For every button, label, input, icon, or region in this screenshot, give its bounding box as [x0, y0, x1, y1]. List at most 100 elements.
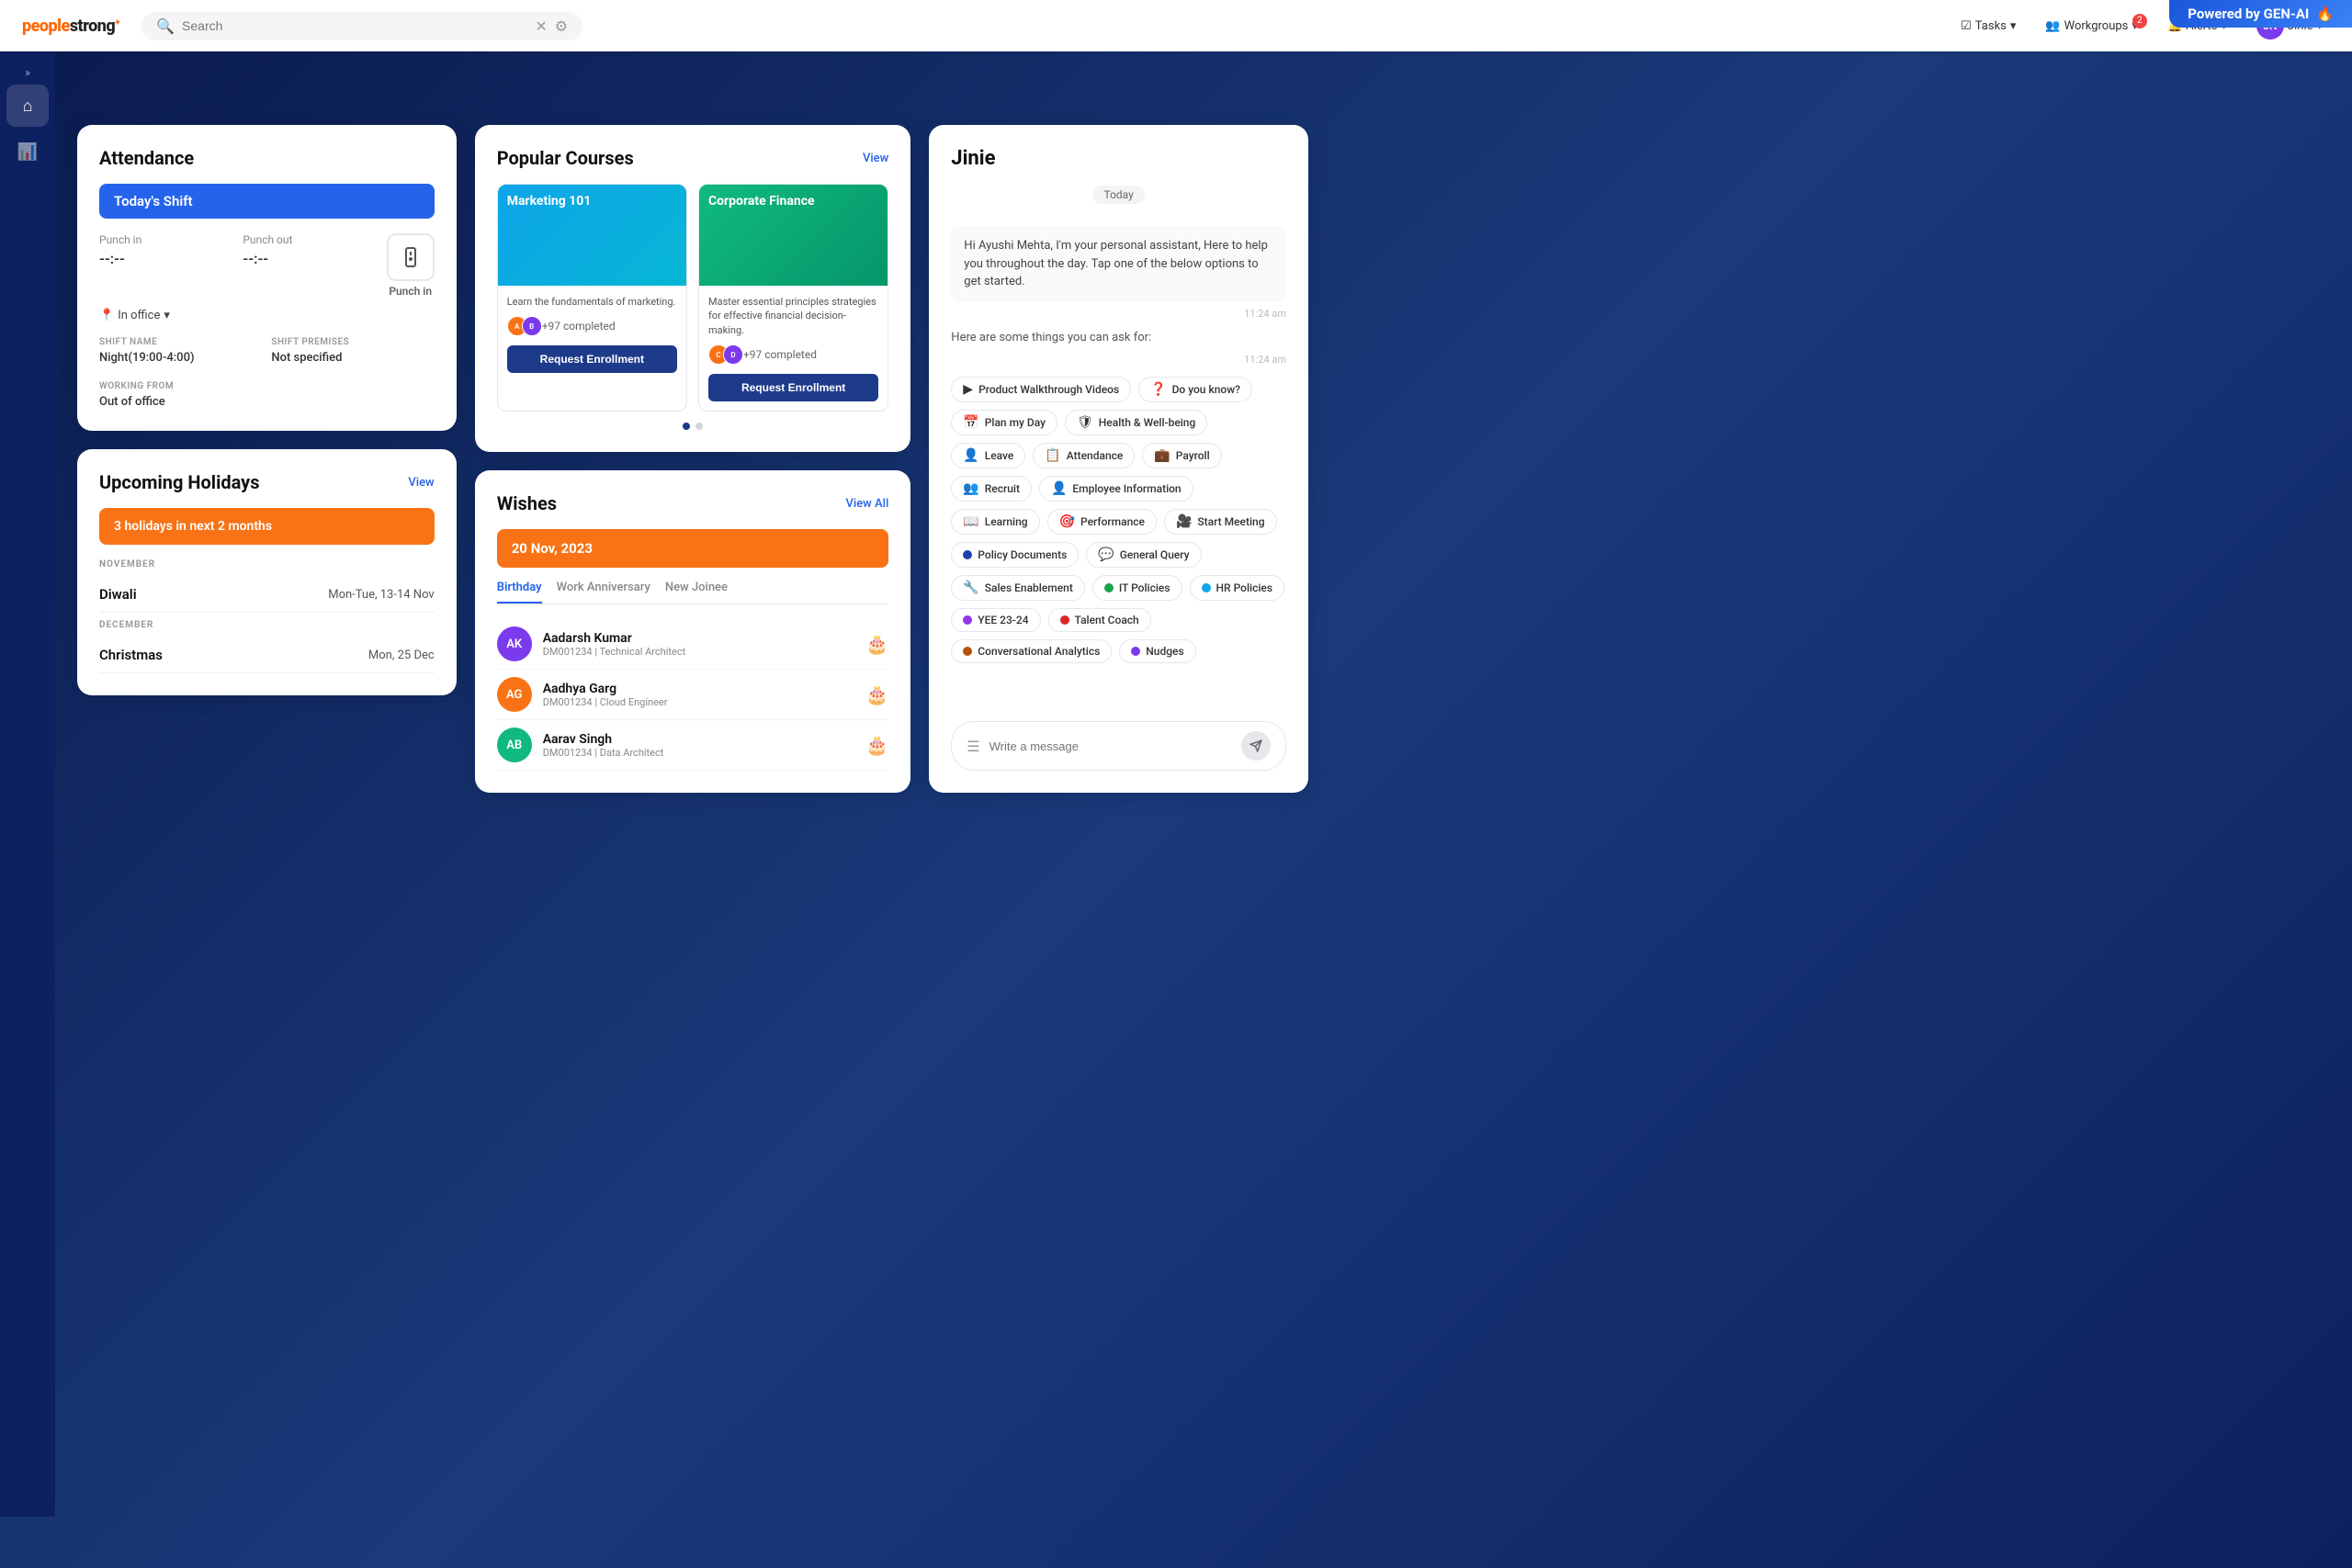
- tab-birthday[interactable]: Birthday: [497, 581, 542, 604]
- chip-learning[interactable]: 📖 Learning: [951, 509, 1039, 535]
- course-card-marketing: Marketing 101 Learn the fundamentals of …: [497, 184, 687, 412]
- banner-icon: 🔥: [2316, 6, 2334, 22]
- chip-attendance[interactable]: 📋 Attendance: [1033, 443, 1135, 468]
- left-column: Attendance Today's Shift Punch in --:-- …: [77, 125, 457, 793]
- course-image-finance: Corporate Finance: [699, 185, 888, 286]
- wish-item-aarav: AB Aarav Singh DM001234 | Data Architect…: [497, 720, 889, 771]
- tasks-chevron: ▾: [2010, 19, 2017, 33]
- banner-text: Powered by GEN-AI: [2188, 6, 2309, 22]
- chip-icon-learning: 📖: [963, 514, 978, 529]
- course-name-finance: Corporate Finance: [708, 194, 815, 209]
- holiday-christmas: Christmas Mon, 25 Dec: [99, 637, 435, 673]
- wish-info-aarav: Aarav Singh DM001234 | Data Architect: [543, 732, 855, 759]
- chip-start-meeting[interactable]: 🎥 Start Meeting: [1164, 509, 1277, 535]
- sidebar-expand-btn[interactable]: »: [19, 61, 36, 85]
- chip-icon-dyk: ❓: [1150, 382, 1166, 397]
- chip-hr-policies[interactable]: HR Policies: [1190, 575, 1284, 601]
- working-from-value: Out of office: [99, 395, 262, 409]
- wish-avatar-aadarsh: AK: [497, 626, 532, 661]
- logo: peoplestrong+: [22, 17, 119, 36]
- chip-nudges[interactable]: Nudges: [1119, 639, 1195, 663]
- chip-icon-leave: 👤: [963, 448, 978, 463]
- tab-new-joinee[interactable]: New Joinee: [665, 581, 728, 604]
- attendance-card: Attendance Today's Shift Punch in --:-- …: [77, 125, 457, 431]
- course-desc-marketing: Learn the fundamentals of marketing.: [507, 295, 677, 309]
- enroll-btn-marketing[interactable]: Request Enrollment: [507, 345, 677, 373]
- working-from-section: WORKING FROM Out of office: [99, 381, 262, 409]
- wishes-card: Wishes View All 20 Nov, 2023 Birthday Wo…: [475, 470, 911, 793]
- location-selector[interactable]: 📍 In office ▾: [99, 309, 435, 322]
- chip-dot-nudges: [1131, 647, 1140, 656]
- chip-sales-enablement[interactable]: 🔧 Sales Enablement: [951, 575, 1085, 601]
- filter-icon[interactable]: ⚙: [555, 17, 568, 35]
- chip-conversational-analytics[interactable]: Conversational Analytics: [951, 639, 1112, 663]
- cards-grid: Attendance Today's Shift Punch in --:-- …: [77, 125, 1308, 793]
- chip-do-you-know[interactable]: ❓ Do you know?: [1138, 377, 1252, 402]
- wish-icon-aadhya: 🎂: [865, 683, 888, 705]
- chip-product-walkthrough[interactable]: ▶ Product Walkthrough Videos: [951, 377, 1131, 402]
- chip-general-query[interactable]: 💬 General Query: [1086, 542, 1201, 568]
- sidebar-item-analytics[interactable]: 📊: [6, 130, 49, 173]
- chip-dot-policy: [963, 550, 972, 559]
- chip-plan-my-day[interactable]: 📅 Plan my Day: [951, 410, 1057, 435]
- chip-employee-info[interactable]: 👤 Employee Information: [1039, 476, 1193, 502]
- punch-in-button[interactable]: Punch in: [387, 233, 435, 298]
- search-input[interactable]: [182, 18, 527, 33]
- location-chevron: ▾: [164, 309, 170, 322]
- jinie-chips-container: ▶ Product Walkthrough Videos ❓ Do you kn…: [951, 377, 1286, 663]
- course-body-finance: Master essential principles strategies f…: [699, 286, 888, 411]
- wish-avatar-aadhya: AG: [497, 677, 532, 712]
- message-list-icon: ☰: [967, 738, 979, 755]
- shift-name-section: SHIFT NAME Night(19:00-4:00): [99, 337, 262, 365]
- chip-recruit[interactable]: 👥 Recruit: [951, 476, 1032, 502]
- chip-dot-yee: [963, 615, 972, 625]
- chip-icon-sales: 🔧: [963, 581, 978, 595]
- chip-leave[interactable]: 👤 Leave: [951, 443, 1025, 468]
- november-holidays: NOVEMBER Diwali Mon-Tue, 13-14 Nov: [99, 559, 435, 613]
- workgroups-button[interactable]: 👥 Workgroups 2 ▾: [2038, 16, 2145, 37]
- workgroups-icon: 👥: [2045, 19, 2060, 33]
- message-input[interactable]: [989, 739, 1232, 753]
- shift-details: SHIFT NAME Night(19:00-4:00) SHIFT PREMI…: [99, 337, 435, 409]
- course-dots: [497, 423, 889, 430]
- chip-payroll[interactable]: 💼 Payroll: [1142, 443, 1221, 468]
- sidebar-item-home[interactable]: ⌂: [6, 85, 49, 127]
- chip-yee[interactable]: YEE 23-24: [951, 608, 1040, 632]
- wish-info-aadarsh: Aadarsh Kumar DM001234 | Technical Archi…: [543, 631, 855, 658]
- chip-it-policies[interactable]: IT Policies: [1092, 575, 1182, 601]
- chip-icon-walkthrough: ▶: [963, 382, 973, 397]
- shift-name-value: Night(19:00-4:00): [99, 351, 262, 365]
- punch-row: Punch in --:-- Punch out --:--: [99, 233, 435, 298]
- wish-item-aadarsh: AK Aadarsh Kumar DM001234 | Technical Ar…: [497, 619, 889, 670]
- jinie-card: Jinie Today Hi Ayushi Mehta, I'm your pe…: [929, 125, 1308, 793]
- chip-dot-talent: [1060, 615, 1069, 625]
- enroll-btn-finance[interactable]: Request Enrollment: [708, 374, 878, 401]
- chip-performance[interactable]: 🎯 Performance: [1047, 509, 1157, 535]
- completion-avatars: A B: [507, 316, 537, 336]
- courses-view-link[interactable]: View: [863, 152, 888, 165]
- jinie-greeting-message: Hi Ayushi Mehta, I'm your personal assis…: [951, 226, 1286, 302]
- tab-work-anniversary[interactable]: Work Anniversary: [557, 581, 650, 604]
- dot-2[interactable]: [695, 423, 703, 430]
- tasks-button[interactable]: ☑ Tasks ▾: [1953, 16, 2023, 37]
- holidays-view-link[interactable]: View: [408, 476, 434, 490]
- main-content: Attendance Today's Shift Punch in --:-- …: [55, 103, 2352, 1568]
- chip-talent-coach[interactable]: Talent Coach: [1048, 608, 1151, 632]
- location-icon: 📍: [99, 309, 114, 322]
- attendance-title: Attendance: [99, 147, 435, 169]
- chip-icon-meeting: 🎥: [1176, 514, 1192, 529]
- sidebar: » ⌂ 📊: [0, 51, 55, 1517]
- course-image-marketing: Marketing 101: [498, 185, 686, 286]
- course-name-marketing: Marketing 101: [507, 194, 592, 209]
- send-button[interactable]: [1241, 731, 1271, 761]
- dot-1[interactable]: [683, 423, 690, 430]
- chip-policy-docs[interactable]: Policy Documents: [951, 542, 1079, 568]
- chip-icon-general: 💬: [1098, 547, 1114, 562]
- punch-out-section: Punch out --:--: [243, 233, 386, 267]
- clear-search-icon[interactable]: ✕: [535, 17, 547, 35]
- december-holidays: DECEMBER Christmas Mon, 25 Dec: [99, 620, 435, 673]
- holidays-count-banner: 3 holidays in next 2 months: [99, 508, 435, 545]
- chip-health-wellbeing[interactable]: 🛡 Health & Well-being: [1065, 410, 1207, 435]
- wishes-view-all-link[interactable]: View All: [846, 497, 889, 511]
- wishes-title: Wishes: [497, 492, 557, 514]
